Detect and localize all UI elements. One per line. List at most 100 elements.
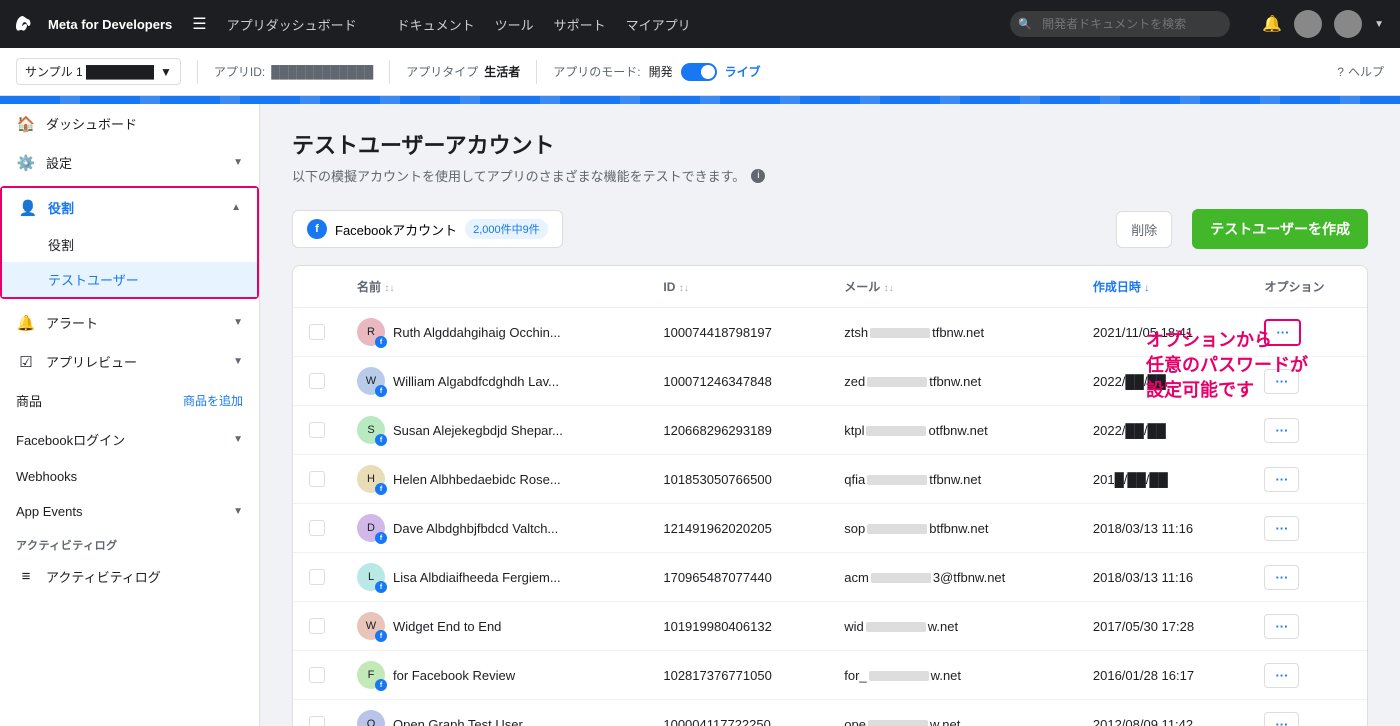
td-name: H f Helen Albhbedaebidc Rose... — [341, 455, 647, 504]
sidebar-settings-label: 設定 — [46, 153, 223, 172]
td-created: 2018/03/13 11:16 — [1077, 504, 1249, 553]
td-checkbox — [293, 553, 341, 602]
sidebar-alerts-label: アラート — [46, 313, 223, 332]
app-type-value: 生活者 — [484, 63, 520, 80]
users-table: 名前 ↕↓ ID ↕↓ メール ↕↓ 作成日時 ↓ オプション R f — [293, 266, 1367, 726]
fb-account-button[interactable]: f Facebookアカウント 2,000件中9件 — [292, 210, 563, 248]
options-button[interactable]: ··· — [1264, 516, 1299, 541]
th-created[interactable]: 作成日時 ↓ — [1077, 266, 1249, 308]
sidebar-item-activity-log[interactable]: ≡ アクティビティログ — [0, 557, 259, 596]
fb-badge-icon: f — [375, 532, 387, 544]
options-button[interactable]: ··· — [1264, 712, 1299, 726]
mode-toggle[interactable] — [681, 63, 717, 81]
options-button[interactable]: ··· — [1264, 614, 1299, 639]
user-id-value: 101919980406132 — [663, 619, 771, 634]
create-test-user-button[interactable]: テストユーザーを作成 — [1192, 209, 1368, 249]
app-review-arrow: ▼ — [233, 356, 243, 367]
mode-live: ライブ — [725, 63, 761, 80]
nav-link-tools[interactable]: ツール — [495, 15, 534, 34]
sidebar-item-alerts[interactable]: 🔔 アラート ▼ — [0, 303, 259, 342]
sidebar-item-dashboard[interactable]: 🏠 ダッシュボード — [0, 104, 259, 143]
sidebar-item-app-events[interactable]: App Events ▼ — [0, 494, 259, 529]
user-avatar: W f — [357, 367, 385, 395]
td-name: S f Susan Alejekegbdjd Shepar... — [341, 406, 647, 455]
sidebar-item-settings[interactable]: ⚙️ 設定 ▼ — [0, 143, 259, 182]
row-checkbox[interactable] — [309, 422, 325, 438]
nav-link-myapps[interactable]: マイアプリ — [626, 15, 691, 34]
account-dropdown-icon[interactable]: ▼ — [1374, 19, 1384, 30]
td-created: 2017/05/30 17:28 — [1077, 602, 1249, 651]
app-id-section: アプリID: ████████████ — [214, 63, 373, 80]
row-checkbox[interactable] — [309, 618, 325, 634]
th-id[interactable]: ID ↕↓ — [647, 266, 828, 308]
th-options: オプション — [1248, 266, 1367, 308]
row-checkbox[interactable] — [309, 520, 325, 536]
mode-dev: 開発 — [649, 63, 673, 80]
delete-button[interactable]: 削除 — [1116, 211, 1172, 248]
sidebar: 🏠 ダッシュボード ⚙️ 設定 ▼ 👤 役割 ▲ 役割 テストユーザー 🔔 アラ… — [0, 104, 260, 726]
nav-links: ドキュメント ツール サポート マイアプリ — [397, 15, 691, 34]
user-email-value: acm3@tfbnw.net — [844, 570, 1005, 585]
td-created: 2022/██/██ — [1077, 357, 1249, 406]
options-button[interactable]: ··· — [1264, 418, 1299, 443]
avatar — [1294, 10, 1322, 38]
sidebar-item-roles[interactable]: 👤 役割 ▲ — [2, 188, 257, 227]
search-input[interactable] — [1010, 11, 1230, 37]
app-selector[interactable]: サンプル 1 ████████ ▼ — [16, 58, 181, 85]
sidebar-item-app-review[interactable]: ☑ アプリレビュー ▼ — [0, 342, 259, 381]
td-userid: 100004117722250 — [647, 700, 828, 726]
row-checkbox[interactable] — [309, 716, 325, 726]
info-icon[interactable]: i — [751, 169, 765, 183]
user-name: Helen Albhbedaebidc Rose... — [393, 472, 561, 487]
search-wrap — [1010, 11, 1230, 37]
td-checkbox — [293, 357, 341, 406]
table-row: L f Lisa Albdiaifheeda Fergiem... 170965… — [293, 553, 1367, 602]
row-checkbox[interactable] — [309, 373, 325, 389]
td-email: opew.net — [828, 700, 1077, 726]
bell-icon[interactable]: 🔔 — [1262, 14, 1282, 34]
nav-link-support[interactable]: サポート — [554, 15, 606, 34]
td-userid: 170965487077440 — [647, 553, 828, 602]
options-button[interactable]: ··· — [1264, 369, 1299, 394]
th-name[interactable]: 名前 ↕↓ — [341, 266, 647, 308]
sidebar-sub-test-users[interactable]: テストユーザー — [2, 262, 257, 297]
menu-icon[interactable]: ☰ — [192, 14, 206, 34]
nav-link-docs[interactable]: ドキュメント — [397, 15, 475, 34]
sidebar-item-fb-login[interactable]: Facebookログイン ▼ — [0, 420, 259, 459]
user-avatar: H f — [357, 465, 385, 493]
home-icon: 🏠 — [16, 115, 36, 133]
fb-login-arrow: ▼ — [233, 434, 243, 445]
app-mode-section: アプリのモード: 開発 ライブ — [553, 63, 760, 81]
user-created-value: 2022/██/██ — [1093, 374, 1166, 389]
user-avatar: D f — [357, 514, 385, 542]
options-button[interactable]: ··· — [1264, 319, 1301, 346]
user-id-value: 101853050766500 — [663, 472, 771, 487]
options-button[interactable]: ··· — [1264, 467, 1299, 492]
td-name: R f Ruth Algddahgihaig Occhin... — [341, 308, 647, 357]
row-checkbox[interactable] — [309, 324, 325, 340]
td-name: O f Open Graph Test User — [341, 700, 647, 726]
options-button[interactable]: ··· — [1264, 565, 1299, 590]
sidebar-sub-roles[interactable]: 役割 — [2, 227, 257, 262]
sidebar-item-webhooks[interactable]: Webhooks — [0, 459, 259, 494]
row-checkbox[interactable] — [309, 667, 325, 683]
logo: Meta for Developers — [16, 12, 172, 36]
th-email[interactable]: メール ↕↓ — [828, 266, 1077, 308]
table-toolbar: f Facebookアカウント 2,000件中9件 削除 テストユーザーを作成 — [292, 209, 1368, 249]
help-icon: ? — [1337, 65, 1344, 79]
user-avatar: W f — [357, 612, 385, 640]
table-header: 名前 ↕↓ ID ↕↓ メール ↕↓ 作成日時 ↓ オプション — [293, 266, 1367, 308]
products-add-link[interactable]: 商品を追加 — [183, 392, 243, 409]
sidebar-item-products[interactable]: 商品 商品を追加 — [0, 381, 259, 420]
row-checkbox[interactable] — [309, 471, 325, 487]
alerts-arrow: ▼ — [233, 317, 243, 328]
user-created-value: 201█/██/██ — [1093, 472, 1168, 487]
row-checkbox[interactable] — [309, 569, 325, 585]
options-button[interactable]: ··· — [1264, 663, 1299, 688]
user-initial: W — [366, 620, 376, 632]
td-options: ··· — [1248, 406, 1367, 455]
td-checkbox — [293, 455, 341, 504]
user-name: Open Graph Test User — [393, 717, 523, 726]
user-email-value: sopbtfbnw.net — [844, 521, 988, 536]
help-button[interactable]: ? ヘルプ — [1337, 63, 1384, 80]
